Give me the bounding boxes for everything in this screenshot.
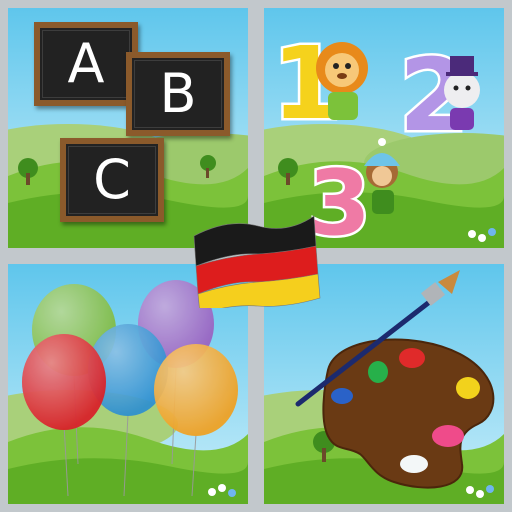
- paint-blob-pink: [432, 425, 464, 447]
- paint-blob-blue: [331, 388, 353, 404]
- letter-b: B: [159, 62, 197, 125]
- paint-blob-red: [399, 348, 425, 368]
- chalkboard-b: B: [126, 52, 230, 136]
- digit-one-lion: 1: [270, 23, 368, 145]
- german-flag-icon[interactable]: [188, 196, 324, 308]
- paint-blob-green: [368, 361, 388, 383]
- balloon-red: [22, 334, 106, 497]
- letter-a: A: [67, 32, 105, 95]
- balloon-blue: [88, 324, 168, 497]
- paint-blob-yellow: [456, 377, 480, 399]
- letter-c: C: [93, 148, 131, 211]
- chalkboard-c: C: [60, 138, 164, 222]
- balloon-orange: [154, 344, 238, 497]
- chalkboard-a: A: [34, 22, 138, 106]
- digit-two-cat: 2: [397, 35, 480, 157]
